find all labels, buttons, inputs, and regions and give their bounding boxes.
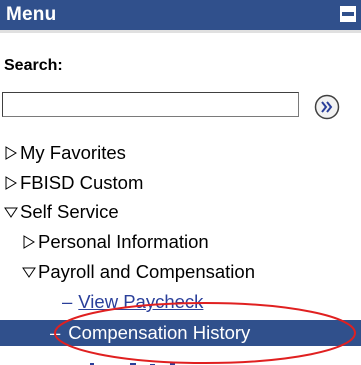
tree-item-self-service[interactable]: Self Service: [4, 201, 119, 223]
tree-item-label: FBISD Custom: [20, 172, 144, 193]
double-chevron-right-icon[interactable]: [314, 94, 340, 120]
tree-item-label: Compensation History: [68, 322, 251, 343]
tree-item-label: Self Service: [20, 201, 119, 222]
tree-item-view-paycheck[interactable]: – View Paycheck: [62, 291, 203, 313]
tree-item-my-favorites[interactable]: My Favorites: [4, 142, 126, 164]
tree-item-personal-information[interactable]: Personal Information: [22, 231, 209, 253]
menu-title: Menu: [6, 4, 57, 25]
header-divider: [0, 30, 361, 33]
triangle-right-icon: [23, 235, 35, 249]
minus-bar: [342, 12, 354, 16]
leaf-dash: –: [50, 322, 61, 343]
search-input[interactable]: [2, 92, 299, 117]
minus-icon[interactable]: [340, 6, 356, 22]
partial-row-fragment: [60, 355, 260, 365]
search-label: Search:: [4, 57, 63, 74]
tree-item-label: My Favorites: [20, 142, 126, 163]
view-paycheck-link[interactable]: View Paycheck: [78, 291, 203, 312]
triangle-right-icon: [5, 146, 17, 160]
triangle-down-icon: [22, 267, 36, 278]
triangle-right-icon: [5, 176, 17, 190]
triangle-down-icon: [4, 207, 18, 218]
leaf-dash: –: [62, 291, 73, 312]
cut-off-row-glyphs: [90, 363, 175, 365]
tree-item-compensation-history[interactable]: – Compensation History: [0, 320, 361, 346]
tree-item-payroll-and-compensation[interactable]: Payroll and Compensation: [22, 261, 255, 283]
menu-panel: Menu Search: My Favorites FBISD Custom S…: [0, 0, 361, 365]
menu-header: Menu: [0, 0, 361, 30]
tree-item-label: Personal Information: [38, 231, 209, 252]
selected-item-text: – Compensation History: [50, 322, 250, 344]
tree-item-label: Payroll and Compensation: [38, 261, 255, 282]
tree-item-fbisd-custom[interactable]: FBISD Custom: [4, 172, 143, 194]
